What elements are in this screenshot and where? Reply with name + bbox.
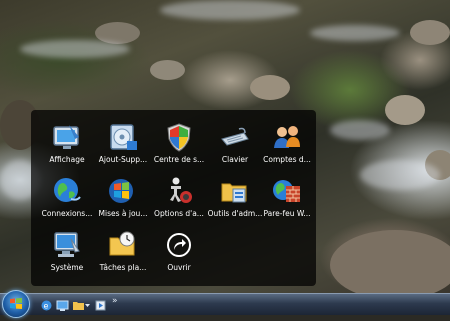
system-computer-icon <box>51 229 83 261</box>
open-button[interactable]: Ouvrir <box>151 226 207 280</box>
launcher-item-comptes-utilisateurs[interactable]: Comptes d... <box>259 118 315 172</box>
launcher-item-ajout-suppression[interactable]: Ajout-Supp... <box>95 118 151 172</box>
quicklaunch-desktop-icon[interactable] <box>56 297 69 311</box>
launcher-item-label: Pare-feu W... <box>263 209 311 218</box>
firewall-icon <box>271 175 303 207</box>
admin-tools-folder-icon <box>219 175 251 207</box>
launcher-item-outils-administration[interactable]: Outils d'adm... <box>207 172 263 226</box>
display-settings-icon <box>51 121 83 153</box>
launcher-item-label: Ouvrir <box>167 263 191 272</box>
launcher-item-label: Centre de s... <box>153 155 205 164</box>
launcher-panel: Affichage Ajout-Supp... Centre de s... C… <box>31 110 316 286</box>
launcher-item-centre-de-securite[interactable]: Centre de s... <box>151 118 207 172</box>
network-connections-icon <box>51 175 83 207</box>
launcher-item-systeme[interactable]: Système <box>39 226 95 280</box>
launcher-item-taches-planifiees[interactable]: Tâches pla... <box>95 226 151 280</box>
launcher-item-pare-feu-windows[interactable]: Pare-feu W... <box>259 172 315 226</box>
launcher-item-label: Tâches pla... <box>99 263 147 272</box>
scheduled-tasks-folder-icon <box>107 229 139 261</box>
add-remove-programs-icon <box>107 121 139 153</box>
launcher-item-label: Clavier <box>221 155 249 164</box>
user-accounts-icon <box>271 121 303 153</box>
desktop-wallpaper: Affichage Ajout-Supp... Centre de s... C… <box>0 0 450 293</box>
taskbar: e » <box>0 290 450 318</box>
quicklaunch-dropdown-icon[interactable] <box>84 297 91 310</box>
launcher-item-affichage[interactable]: Affichage <box>39 118 95 172</box>
launcher-item-label: Options d'a... <box>154 209 204 218</box>
launcher-item-label: Mises à jou... <box>98 209 148 218</box>
quicklaunch-ie-icon[interactable]: e <box>40 297 53 311</box>
quicklaunch-overflow-chevron[interactable]: » <box>112 296 118 306</box>
launcher-item-clavier[interactable]: Clavier <box>207 118 263 172</box>
launcher-item-label: Outils d'adm... <box>207 209 263 218</box>
keyboard-icon <box>219 121 251 153</box>
windows-update-icon <box>107 175 139 207</box>
launcher-item-label: Affichage <box>49 155 85 164</box>
launcher-item-connexions-reseau[interactable]: Connexions... <box>39 172 95 226</box>
launcher-item-label: Comptes d... <box>263 155 311 164</box>
svg-text:e: e <box>44 302 49 311</box>
security-shield-icon <box>163 121 195 153</box>
quicklaunch-media-icon[interactable] <box>94 297 107 311</box>
open-arrow-icon <box>163 229 195 261</box>
launcher-item-label: Ajout-Supp... <box>98 155 148 164</box>
accessibility-options-icon <box>163 175 195 207</box>
launcher-item-label: Connexions... <box>41 209 93 218</box>
launcher-item-label: Système <box>50 263 84 272</box>
launcher-item-options-accessibilite[interactable]: Options d'a... <box>151 172 207 226</box>
launcher-item-mises-a-jour[interactable]: Mises à jou... <box>95 172 151 226</box>
windows-logo-icon <box>10 298 22 309</box>
